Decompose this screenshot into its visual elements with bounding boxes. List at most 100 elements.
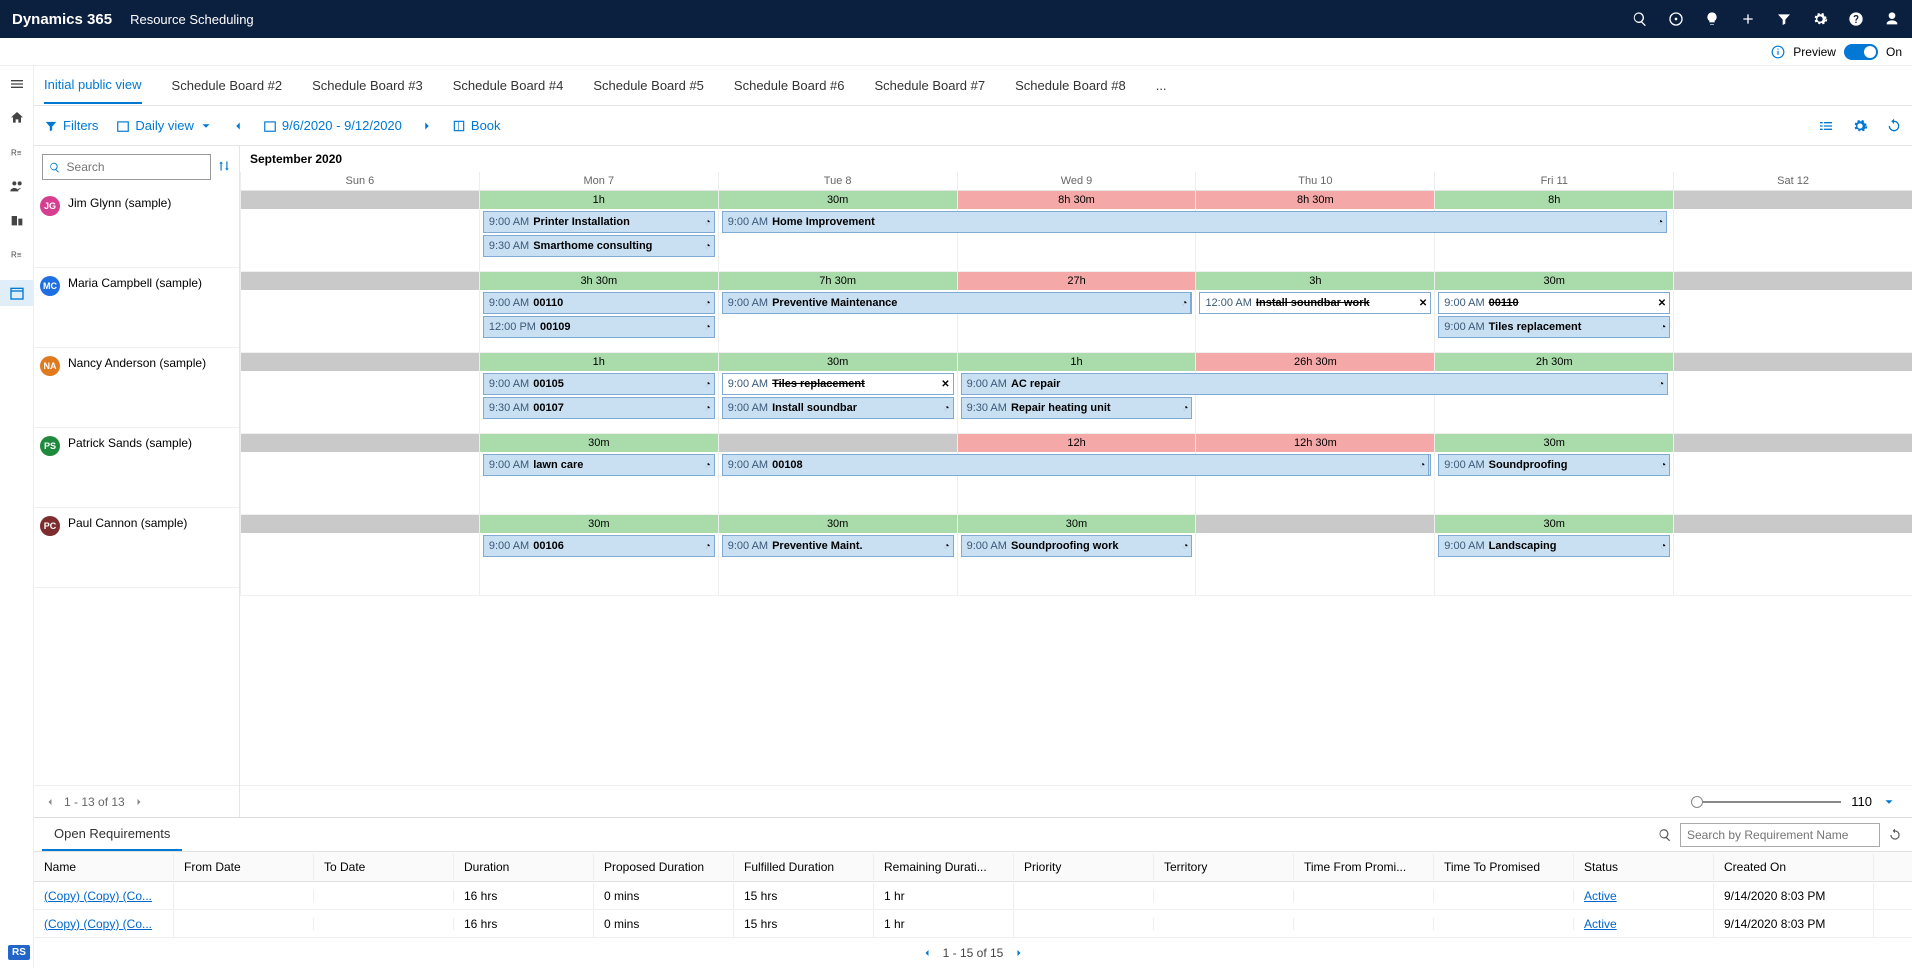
pager-prev-icon[interactable]: [44, 796, 56, 808]
tab-6[interactable]: Schedule Board #6: [734, 78, 845, 93]
booking[interactable]: 9:00 AMTiles replacement◔: [1438, 316, 1670, 338]
grid-next-icon[interactable]: [1013, 947, 1025, 959]
zoom-slider[interactable]: [1691, 801, 1841, 803]
tab-more[interactable]: ...: [1156, 78, 1167, 93]
req-search-icon[interactable]: [1658, 828, 1672, 842]
lightbulb-icon[interactable]: [1704, 11, 1720, 27]
schedule-board-nav[interactable]: [0, 280, 33, 306]
grid-link[interactable]: Active: [1584, 917, 1617, 931]
column-header[interactable]: Status: [1574, 854, 1714, 880]
daily-view-button[interactable]: Daily view: [116, 118, 213, 133]
column-header[interactable]: Time To Promised: [1434, 854, 1574, 880]
resource-item[interactable]: PCPaul Cannon (sample): [34, 508, 239, 588]
booking[interactable]: 9:00 AM00110◔: [483, 292, 715, 314]
booking[interactable]: 9:00 AMTiles replacement✕: [722, 373, 954, 395]
table-row[interactable]: (Copy) (Copy) (Co...16 hrs0 mins15 hrs1 …: [34, 882, 1912, 910]
booking[interactable]: 9:30 AMRepair heating unit◔: [961, 397, 1193, 419]
req-refresh-icon[interactable]: [1888, 828, 1902, 842]
column-header[interactable]: Duration: [454, 854, 594, 880]
booking[interactable]: 9:00 AM00108◔: [722, 454, 1430, 476]
user-icon[interactable]: [1884, 11, 1900, 27]
timeline-cell[interactable]: 9:00 AMPrinter Installation◔9:30 AMSmart…: [479, 209, 718, 271]
booking[interactable]: 12:00 AMInstall soundbar work✕: [1199, 292, 1431, 314]
tab-5[interactable]: Schedule Board #5: [593, 78, 704, 93]
timeline-cell[interactable]: 9:00 AM00110◔12:00 PM00109◔: [479, 290, 718, 352]
column-header[interactable]: Territory: [1154, 854, 1294, 880]
column-header[interactable]: Remaining Durati...: [874, 854, 1014, 880]
booking[interactable]: 9:30 AMSmarthome consulting◔: [483, 235, 715, 257]
timeline-cell[interactable]: [1673, 209, 1912, 271]
timeline-cell[interactable]: [240, 452, 479, 514]
booking[interactable]: 9:00 AMLandscaping◔: [1438, 535, 1670, 557]
open-requirements-tab[interactable]: Open Requirements: [42, 818, 182, 851]
timeline-cell[interactable]: 9:00 AM00106◔: [479, 533, 718, 595]
booking[interactable]: 9:00 AMSoundproofing work◔: [961, 535, 1193, 557]
timeline-cell[interactable]: [1673, 452, 1912, 514]
tab-4[interactable]: Schedule Board #4: [453, 78, 564, 93]
resource-item[interactable]: JGJim Glynn (sample): [34, 188, 239, 268]
column-header[interactable]: Time From Promi...: [1294, 854, 1434, 880]
settings-icon[interactable]: [1852, 118, 1868, 134]
target-icon[interactable]: [1668, 11, 1684, 27]
resource-item[interactable]: PSPatrick Sands (sample): [34, 428, 239, 508]
booking[interactable]: 9:00 AMHome Improvement◔: [722, 211, 1667, 233]
people-icon[interactable]: R≡: [9, 144, 25, 160]
rs-badge[interactable]: RS: [8, 945, 30, 960]
booking[interactable]: 12:00 PM00109◔: [483, 316, 715, 338]
column-header[interactable]: Proposed Duration: [594, 854, 734, 880]
grid-prev-icon[interactable]: [921, 947, 933, 959]
req-search-input[interactable]: [1680, 823, 1880, 847]
filters-button[interactable]: Filters: [44, 118, 98, 133]
resource-search[interactable]: [42, 154, 211, 180]
grid-link[interactable]: Active: [1584, 889, 1617, 903]
prev-icon[interactable]: [231, 119, 245, 133]
building-icon[interactable]: [9, 212, 25, 228]
booking[interactable]: 9:00 AM00110✕: [1438, 292, 1670, 314]
timeline-cell[interactable]: [1195, 533, 1434, 595]
booking[interactable]: 9:30 AM00107◔: [483, 397, 715, 419]
booking[interactable]: 9:00 AMPrinter Installation◔: [483, 211, 715, 233]
next-icon[interactable]: [420, 119, 434, 133]
booking[interactable]: 9:00 AMAC repair◔: [961, 373, 1669, 395]
timeline-cell[interactable]: 9:00 AMSoundproofing◔: [1434, 452, 1673, 514]
search-icon[interactable]: [1632, 11, 1648, 27]
sort-icon[interactable]: [217, 159, 231, 173]
home-icon[interactable]: [9, 110, 25, 126]
module-name[interactable]: Resource Scheduling: [130, 12, 254, 27]
book-button[interactable]: Book: [452, 118, 501, 133]
column-header[interactable]: Name: [34, 854, 174, 880]
tab-7[interactable]: Schedule Board #7: [875, 78, 986, 93]
booking[interactable]: 9:00 AMInstall soundbar◔: [722, 397, 954, 419]
timeline-cell[interactable]: [1673, 290, 1912, 352]
table-row[interactable]: (Copy) (Copy) (Co...16 hrs0 mins15 hrs1 …: [34, 910, 1912, 938]
legend-icon[interactable]: [1818, 118, 1834, 134]
gear-icon[interactable]: [1812, 11, 1828, 27]
timeline-cell[interactable]: 9:00 AMPreventive Maintenance◔: [718, 290, 957, 352]
column-header[interactable]: To Date: [314, 854, 454, 880]
timeline-cell[interactable]: [240, 290, 479, 352]
tab-8[interactable]: Schedule Board #8: [1015, 78, 1126, 93]
timeline-cell[interactable]: [240, 533, 479, 595]
pager-next-icon[interactable]: [133, 796, 145, 808]
timeline-cell[interactable]: 12:00 AMInstall soundbar work✕: [1195, 290, 1434, 352]
timeline-cell[interactable]: 9:00 AMHome Improvement◔: [718, 209, 957, 271]
timeline-cell[interactable]: 9:00 AMlawn care◔: [479, 452, 718, 514]
booking[interactable]: 9:00 AMPreventive Maintenance◔: [722, 292, 1192, 314]
resource-item[interactable]: NANancy Anderson (sample): [34, 348, 239, 428]
column-header[interactable]: Priority: [1014, 854, 1154, 880]
grid-link[interactable]: (Copy) (Copy) (Co...: [44, 889, 152, 903]
preview-toggle[interactable]: [1844, 44, 1878, 60]
column-header[interactable]: Fulfilled Duration: [734, 854, 874, 880]
timeline-cell[interactable]: [1673, 533, 1912, 595]
tab-2[interactable]: Schedule Board #2: [172, 78, 283, 93]
timeline-cell[interactable]: 9:00 AMPreventive Maint.◔: [718, 533, 957, 595]
timeline-cell[interactable]: 9:00 AMLandscaping◔: [1434, 533, 1673, 595]
timeline-cell[interactable]: 9:00 AM00110✕9:00 AMTiles replacement◔: [1434, 290, 1673, 352]
timeline-cell[interactable]: 9:00 AMAC repair◔9:30 AMRepair heating u…: [957, 371, 1196, 433]
grid-link[interactable]: (Copy) (Copy) (Co...: [44, 917, 152, 931]
tab-3[interactable]: Schedule Board #3: [312, 78, 423, 93]
timeline-cell[interactable]: 9:00 AMSoundproofing work◔: [957, 533, 1196, 595]
booking[interactable]: 9:00 AMPreventive Maint.◔: [722, 535, 954, 557]
tab-initial[interactable]: Initial public view: [44, 67, 142, 104]
date-range-button[interactable]: 9/6/2020 - 9/12/2020: [263, 118, 402, 133]
